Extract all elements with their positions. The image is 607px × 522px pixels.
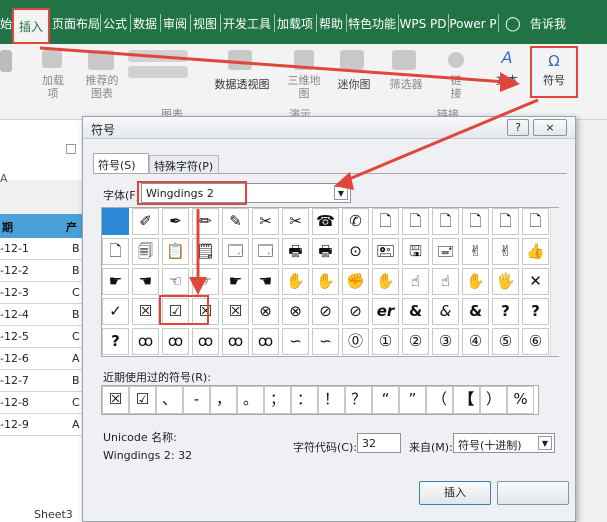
arrow-annotation-overlay [39, 46, 539, 190]
